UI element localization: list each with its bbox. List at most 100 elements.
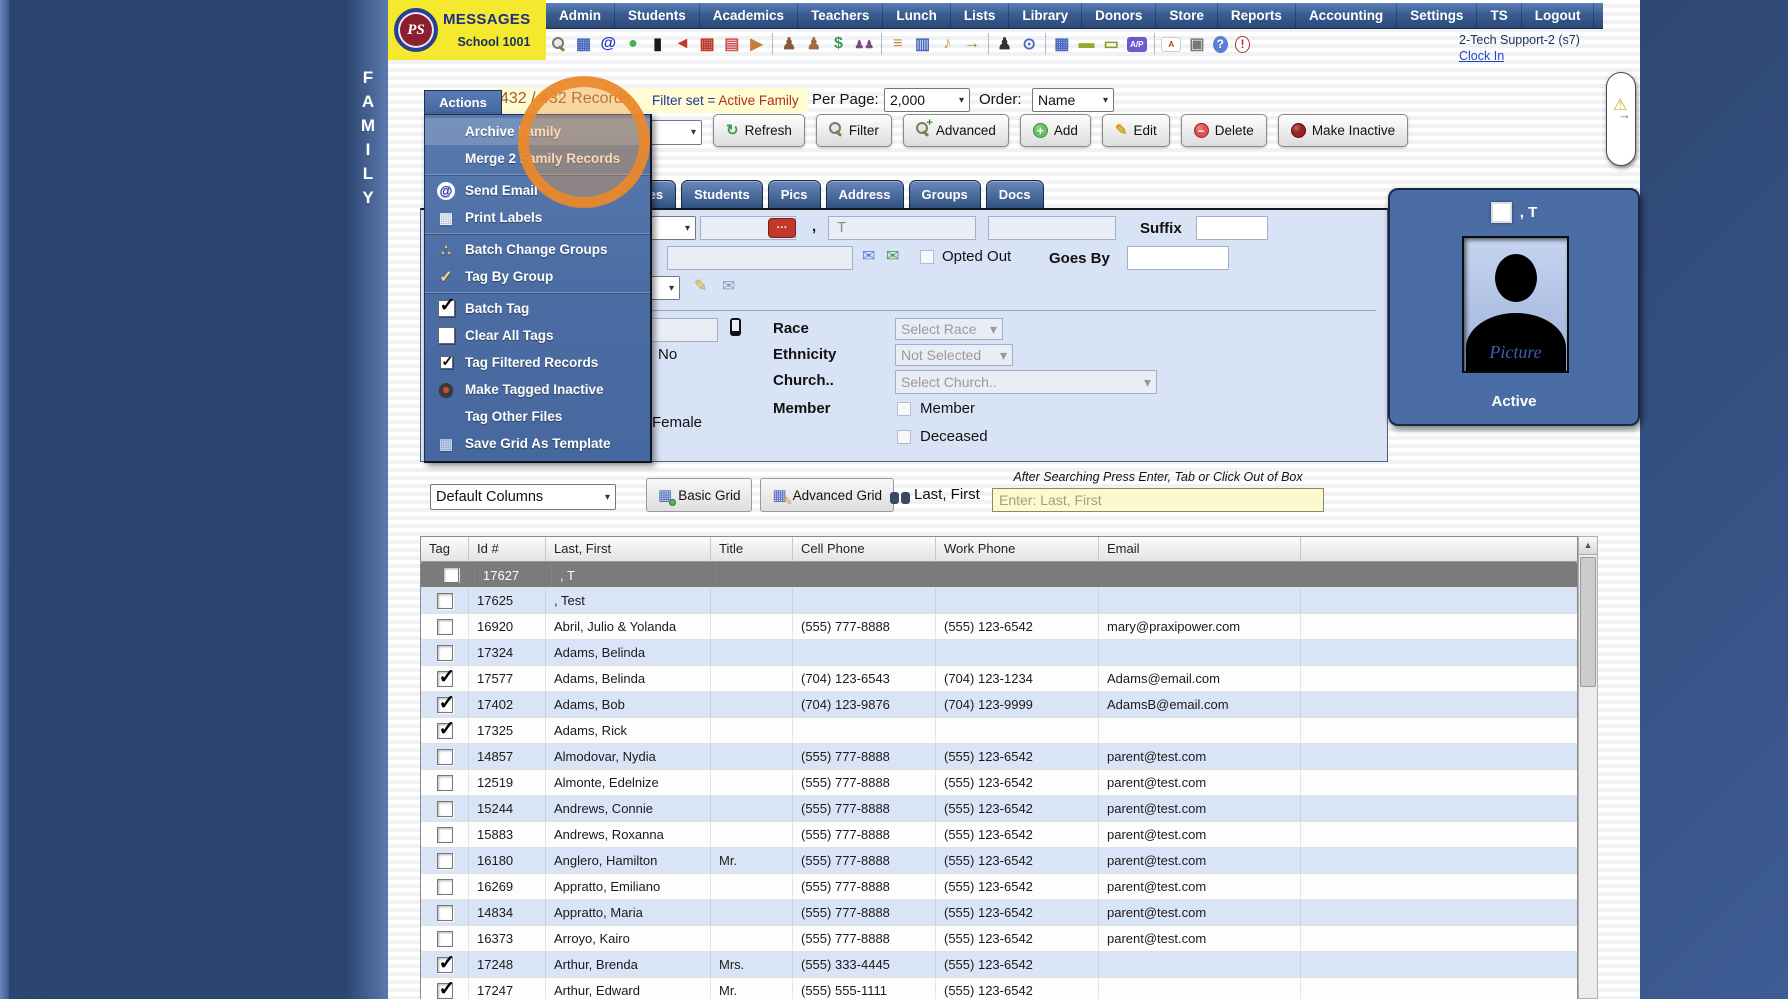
clock-in-person-icon[interactable]: ♟: [996, 34, 1014, 54]
money-icon[interactable]: $: [830, 34, 848, 54]
column-header-tag[interactable]: Tag: [421, 537, 469, 561]
column-header-work-phone[interactable]: Work Phone: [936, 537, 1099, 561]
table-row[interactable]: 17247Arthur, EdwardMr.(555) 555-1111(555…: [421, 978, 1577, 999]
envelope-icon[interactable]: ✉: [722, 276, 735, 296]
pdf-icon[interactable]: A: [1161, 37, 1181, 52]
nav-item-lunch[interactable]: Lunch: [883, 3, 951, 28]
table-row[interactable]: 15244Andrews, Connie(555) 777-8888(555) …: [421, 796, 1577, 822]
tag-checkbox[interactable]: [437, 905, 453, 921]
stop-icon[interactable]: !: [1235, 36, 1250, 53]
middle-name-field[interactable]: [988, 216, 1116, 240]
table-row[interactable]: 16920Abril, Julio & Yolanda(555) 777-888…: [421, 614, 1577, 640]
mobile-phone-icon[interactable]: ▮: [649, 34, 667, 54]
person-icon[interactable]: ♟: [805, 34, 823, 54]
goes-by-field[interactable]: [1127, 246, 1229, 270]
tab-groups[interactable]: Groups: [909, 180, 981, 208]
order-select[interactable]: Name▾: [1032, 88, 1114, 112]
name-lookup-button[interactable]: ···: [768, 218, 796, 238]
column-header-id-[interactable]: Id #: [469, 537, 546, 561]
calendar-icon[interactable]: ▦: [575, 34, 593, 54]
tag-checkbox-checked[interactable]: [437, 697, 453, 713]
send-email-icon[interactable]: ✉: [886, 246, 899, 266]
tag-checkbox-checked[interactable]: [437, 671, 453, 687]
search-input[interactable]: [992, 488, 1324, 512]
tag-checkbox[interactable]: [437, 827, 453, 843]
profile-picture[interactable]: Picture: [1462, 236, 1569, 373]
opted-out-checkbox[interactable]: [920, 250, 934, 264]
nav-item-lists[interactable]: Lists: [951, 3, 1010, 28]
open-email-icon[interactable]: ✉: [862, 246, 875, 266]
nav-item-admin[interactable]: Admin: [546, 3, 615, 28]
basic-grid-button[interactable]: ▦Basic Grid: [646, 478, 752, 512]
tag-checkbox[interactable]: [437, 619, 453, 635]
column-header-email[interactable]: Email: [1099, 537, 1301, 561]
table-row[interactable]: 17627, T: [421, 562, 1577, 588]
refresh-button[interactable]: ↻Refresh: [713, 114, 805, 147]
nav-item-reports[interactable]: Reports: [1218, 3, 1296, 28]
table-row[interactable]: 17625, Test: [421, 588, 1577, 614]
suffix-field[interactable]: [1196, 216, 1268, 240]
scroll-up-button[interactable]: ▲: [1579, 537, 1597, 555]
delete-button[interactable]: −Delete: [1181, 114, 1267, 147]
ap-icon[interactable]: A/P: [1127, 37, 1146, 52]
table-row[interactable]: 17248Arthur, BrendaMrs.(555) 333-4445(55…: [421, 952, 1577, 978]
tab-address[interactable]: Address: [826, 180, 904, 208]
slideout-handle[interactable]: ⚠ →: [1606, 72, 1636, 166]
speaker-icon[interactable]: ◄: [674, 34, 692, 54]
menu-item-batch-tag[interactable]: ✓Batch Tag: [425, 295, 650, 322]
nav-item-settings[interactable]: Settings: [1397, 3, 1477, 28]
scrollbar-thumb[interactable]: [1580, 557, 1596, 687]
church-select[interactable]: Select Church..▾: [895, 370, 1157, 394]
family-group-icon[interactable]: ♟♟: [854, 34, 874, 54]
table-row[interactable]: 17402Adams, Bob(704) 123-9876(704) 123-9…: [421, 692, 1577, 718]
tag-checkbox[interactable]: [437, 853, 453, 869]
tab-students[interactable]: Students: [681, 180, 763, 208]
nav-item-donors[interactable]: Donors: [1082, 3, 1156, 28]
add-person-icon[interactable]: ♟: [780, 34, 798, 54]
first-name-field[interactable]: T: [828, 216, 976, 240]
column-header-cell-phone[interactable]: Cell Phone: [793, 537, 936, 561]
advanced-button[interactable]: +Advanced: [903, 114, 1009, 147]
menu-item-tag-filtered-records[interactable]: ✓Tag Filtered Records: [425, 349, 650, 376]
credit-card-icon[interactable]: ▬: [1078, 34, 1096, 54]
tag-checkbox-checked[interactable]: [437, 723, 453, 739]
menu-item-tag-other-files[interactable]: Tag Other Files: [425, 403, 650, 430]
nav-item-academics[interactable]: Academics: [700, 3, 798, 28]
search-icon[interactable]: [550, 34, 568, 54]
help-icon[interactable]: ?: [1213, 36, 1228, 53]
edit-note-icon[interactable]: ✎: [694, 276, 707, 296]
filter-button[interactable]: Filter: [816, 114, 892, 147]
per-page-select[interactable]: 2,000▾: [884, 88, 970, 112]
email-field[interactable]: [667, 246, 853, 270]
megaphone-icon[interactable]: ▶: [748, 34, 766, 54]
tag-checkbox[interactable]: [437, 775, 453, 791]
binder-icon[interactable]: ▥: [914, 34, 932, 54]
nav-item-accounting[interactable]: Accounting: [1296, 3, 1397, 28]
tag-checkbox[interactable]: [437, 749, 453, 765]
bell-icon[interactable]: ♪: [938, 34, 956, 54]
nav-item-ts[interactable]: TS: [1477, 3, 1521, 28]
make-inactive-button[interactable]: Make Inactive: [1278, 114, 1408, 147]
column-header-last-first[interactable]: Last, First: [546, 537, 711, 561]
tag-checkbox[interactable]: [437, 593, 453, 609]
app-logo[interactable]: PS MESSAGES School 1001: [388, 0, 546, 60]
lunch-icon[interactable]: ≡: [889, 34, 907, 54]
nav-item-library[interactable]: Library: [1009, 3, 1082, 28]
cash-register-icon[interactable]: ▭: [1102, 34, 1120, 54]
advanced-grid-button[interactable]: ▦✎Advanced Grid: [760, 478, 894, 512]
table-row[interactable]: 16373Arroyo, Kairo(555) 777-8888(555) 12…: [421, 926, 1577, 952]
ledger-icon[interactable]: ▦: [1053, 34, 1071, 54]
menu-item-merge-2-family-records[interactable]: Merge 2 Family Records: [425, 145, 650, 172]
alarm-clock-icon[interactable]: ⊙: [1020, 34, 1038, 54]
menu-item-clear-all-tags[interactable]: Clear All Tags: [425, 322, 650, 349]
deceased-checkbox[interactable]: [897, 430, 911, 444]
tag-checkbox[interactable]: [437, 645, 453, 661]
menu-item-batch-change-groups[interactable]: ∴Batch Change Groups: [425, 236, 650, 263]
calendar-grid-icon[interactable]: ▦: [698, 34, 716, 54]
email-icon[interactable]: @: [599, 34, 617, 54]
member-checkbox[interactable]: [897, 402, 911, 416]
menu-item-print-labels[interactable]: ▦Print Labels: [425, 204, 650, 231]
columns-select[interactable]: Default Columns▾: [430, 484, 616, 510]
nav-item-store[interactable]: Store: [1156, 3, 1218, 28]
menu-item-archive-family[interactable]: Archive Family: [425, 118, 650, 145]
